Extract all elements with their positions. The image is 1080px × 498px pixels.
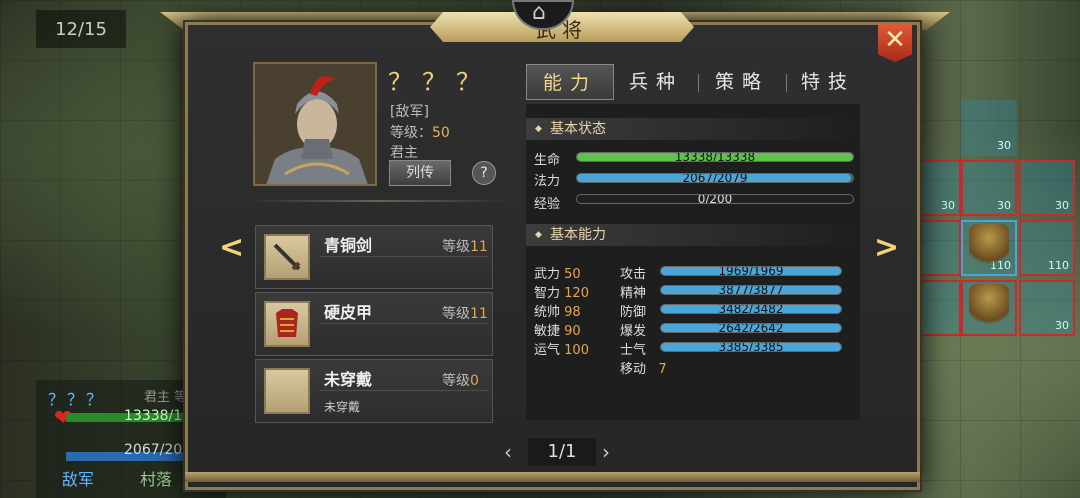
attack-bar: 1969/1969 [660,266,842,276]
prev-general-button[interactable]: < [219,230,244,265]
general-name: ？？？ [388,68,490,96]
tab-bar: 能力 兵种 策略 特技 [526,64,860,100]
divider [320,256,488,257]
equipment-level: 等级0 [442,373,479,389]
attack-label: 攻击 [620,267,647,282]
burst-bar: 2642/2642 [660,323,842,333]
close-icon: ✕ [884,25,906,55]
equipment-name: 青铜剑 [324,236,373,255]
hp-bar: 13338/13338 [576,152,854,162]
tab-strategy[interactable]: 策略 [702,64,782,100]
mini-hp-text: 13338/1 [124,408,183,424]
spirit-label: 精神 [620,286,647,301]
biography-button[interactable]: 列传 [389,160,451,186]
equipment-slot-armor[interactable]: 硬皮甲 等级11 [255,292,493,356]
equipment-name: 硬皮甲 [324,303,373,322]
general-faction: [敌军] [390,104,429,120]
map-tile[interactable]: 110 [1019,220,1075,276]
equipment-note: 未穿戴 [324,400,361,414]
mini-faction: 敌军 [62,470,95,489]
tab-troops[interactable]: 兵种 [616,64,696,100]
spirit-text: 3877/3877 [718,285,784,295]
general-role: 君主 [390,145,418,161]
map-tile[interactable]: 30 [961,160,1017,216]
mp-label: 法力 [534,174,561,189]
mp-text: 2067/2079 [682,173,748,183]
divider [698,74,699,92]
defense-label: 防御 [620,305,647,320]
pager-indicator: 1/1 [528,438,596,466]
equipment-level: 等级11 [442,239,488,255]
tab-skills[interactable]: 特技 [788,64,868,100]
basic-ability-header: 基本能力 [526,224,860,246]
attr-agility: 敏捷 90 [534,324,581,339]
mp-bar: 2067/2079 [576,173,854,183]
attack-text: 1969/1969 [718,266,784,276]
map-tile[interactable]: 30 [1019,160,1075,216]
hp-text: 13338/13338 [674,152,756,162]
mini-mp-text: 2067/20 [124,442,183,458]
hp-label: 生命 [534,153,561,168]
pager: ‹ 1/1 › [504,438,618,466]
close-button[interactable]: ✕ [878,24,912,62]
turn-counter: 12/15 [36,10,126,48]
equipment-level: 等级11 [442,306,488,322]
pager-prev-button[interactable]: ‹ [504,438,512,466]
general-level: 等级：50 [390,125,450,141]
divider [320,323,488,324]
burst-label: 爆发 [620,324,647,339]
enemy-unit-sprite[interactable] [969,284,1009,330]
map-tile[interactable]: 30 [1019,280,1075,336]
equipment-name: 未穿戴 [324,370,373,389]
help-button[interactable]: ? [472,161,496,185]
attr-luck: 运气 100 [534,343,589,358]
equipment-slot-accessory[interactable]: 未穿戴 等级0 未穿戴 [255,359,493,423]
basic-status-header: 基本状态 [526,118,860,140]
enemy-unit-sprite[interactable] [969,224,1009,270]
exp-label: 经验 [534,197,561,212]
exp-bar: 0/200 [576,194,854,204]
ability-panel: 基本状态 生命 13338/13338 法力 2067/2079 经验 0/20… [526,104,860,420]
spirit-bar: 3877/3877 [660,285,842,295]
map-tile[interactable]: 30 [961,100,1017,156]
exp-text: 0/200 [697,194,733,204]
morale-text: 3385/3385 [718,342,784,352]
attr-intelligence: 智力 120 [534,286,589,301]
equipment-slot-weapon[interactable]: 青铜剑 等级11 [255,225,493,289]
empty-slot-icon [264,368,310,414]
burst-text: 2642/2642 [718,323,784,333]
next-general-button[interactable]: > [874,230,899,265]
panel-bottom-bar [185,472,920,482]
general-portrait [253,62,377,186]
armor-icon [264,301,310,347]
tab-ability[interactable]: 能力 [526,64,614,100]
sword-icon [264,234,310,280]
attr-leadership: 统帅 98 [534,305,581,320]
morale-label: 士气 [620,343,647,358]
morale-bar: 3385/3385 [660,342,842,352]
mini-terrain: 村落 [140,470,173,489]
attr-strength: 武力 50 [534,267,581,282]
defense-text: 3482/3482 [718,304,784,314]
defense-bar: 3482/3482 [660,304,842,314]
pager-next-button[interactable]: › [602,438,610,466]
attr-move: 移动 7 [620,362,667,377]
divider [245,200,513,202]
divider [320,390,488,391]
divider [786,74,787,92]
